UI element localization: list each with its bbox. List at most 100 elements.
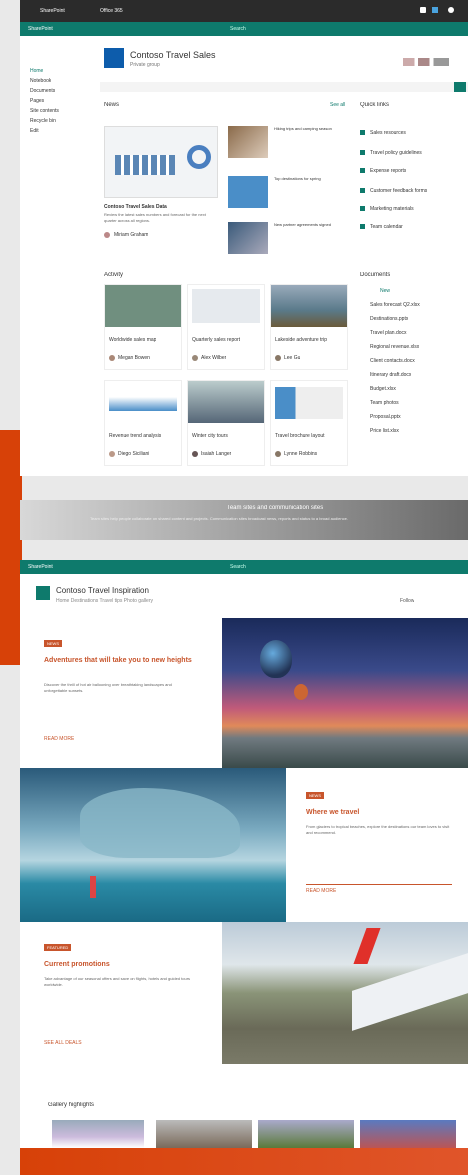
new-button[interactable] [454,82,466,92]
document-item[interactable]: Sales forecast Q2.xlsx [370,302,420,308]
section-tag: NEWS [44,640,62,647]
section-title[interactable]: Where we travel [306,808,456,817]
help-icon[interactable] [432,7,438,13]
app-launcher-label[interactable]: SharePoint [40,8,65,14]
nav-item[interactable]: Recycle bin [30,118,56,124]
gallery-heading: Gallery highlights [48,1102,95,1108]
gallery-thumbnail[interactable] [52,1120,144,1148]
quick-link[interactable]: Travel policy guidelines [370,150,422,156]
left-navigation: Home Notebook Documents Pages Site conte… [20,42,78,162]
document-item[interactable]: Destinations.pptx [370,316,408,322]
quick-link[interactable]: Marketing materials [370,206,414,212]
section-body: From glaciers to tropical beaches, explo… [306,824,450,835]
document-item[interactable]: Team photos [370,400,399,406]
section-title[interactable]: Adventures that will take you to new hei… [44,656,194,665]
ice-arch-shape [80,788,240,858]
report-thumbnail [192,289,260,323]
site-logo-2[interactable] [36,586,50,600]
bar-chart-thumbnail [115,155,175,175]
activity-card[interactable]: Quarterly sales report Alex Wilber [187,284,265,370]
gallery-thumbnail[interactable] [258,1120,354,1148]
balloons-photo[interactable] [222,618,468,768]
user-avatar[interactable] [448,7,454,13]
document-item[interactable]: Itinerary draft.docx [370,372,411,378]
activity-card-author: Alex Wilber [201,355,227,361]
site-nav-2[interactable]: Home Destinations Travel tips Photo gall… [56,598,153,604]
trend-chart-thumbnail [109,391,177,411]
section-tag: FEATURED [44,944,72,951]
quick-link[interactable]: Customer feedback forms [370,188,427,194]
winglet-shape [353,928,381,964]
command-bar [100,82,468,92]
team-site-window: Home Notebook Documents Pages Site conte… [20,36,468,476]
document-new-button[interactable]: New [380,288,390,294]
news-feature-author: Miriam Graham [114,232,149,238]
activity-card[interactable]: Winter city tours Isaiah Langer [187,380,265,466]
gallery-thumbnail[interactable] [360,1120,456,1148]
link-icon [360,168,365,173]
nav-item[interactable]: Edit [30,128,39,134]
author-avatar [109,451,115,457]
documents-heading: Documents [360,272,391,278]
document-item[interactable]: Travel plan.docx [370,330,407,336]
comm-site-window: Contoso Travel Inspiration Home Destinat… [20,574,468,1148]
link-icon [360,224,365,229]
search-input-2[interactable]: Search [230,564,246,570]
news-see-all-link[interactable]: See all [330,102,345,108]
caption-strip: Team sites and communication sites Team … [20,500,468,540]
suite-bar: SharePoint Office 365 [20,0,468,22]
activity-card[interactable]: Revenue trend analysis Diego Siciliani [104,380,182,466]
section-body: Take advantage of our seasonal offers an… [44,976,191,987]
quick-links-heading: Quick links [360,102,390,108]
nav-item[interactable]: Notebook [30,78,51,84]
hub-nav-left[interactable]: SharePoint [28,26,53,32]
follow-button[interactable]: Follow [400,598,414,604]
document-item[interactable]: Regional revenue.xlsx [370,344,419,350]
nav-item[interactable]: Site contents [30,108,59,114]
section-link[interactable]: READ MORE [44,736,74,742]
site-title-2: Contoso Travel Inspiration [56,586,149,595]
news-item-thumbnail[interactable] [228,176,268,208]
app-launcher-label-2[interactable]: SharePoint [28,564,53,570]
nav-item[interactable]: Pages [30,98,44,104]
news-heading: News [104,102,120,108]
news-item-title[interactable]: New partner agreements signed [274,222,334,228]
activity-card-author: Isaiah Langer [201,451,232,457]
glacier-photo[interactable] [20,768,286,922]
settings-icon[interactable] [420,7,426,13]
activity-card[interactable]: Worldwide sales map Megan Bowen [104,284,182,370]
section-tag: NEWS [306,792,324,799]
news-item-thumbnail[interactable] [228,222,268,254]
background-accent [0,430,22,665]
quick-link[interactable]: Team calendar [370,224,403,230]
news-item-thumbnail[interactable] [228,126,268,158]
nav-item[interactable]: Documents [30,88,55,94]
link-icon [360,150,365,155]
activity-card[interactable]: Lakeside adventure trip Lee Gu [270,284,348,370]
quick-link[interactable]: Sales resources [370,130,406,136]
document-item[interactable]: Budget.xlsx [370,386,396,392]
activity-card-author: Lynne Robbins [284,451,318,457]
section-link[interactable]: SEE ALL DEALS [44,1040,82,1046]
section-link[interactable]: READ MORE [306,888,336,894]
document-item[interactable]: Proposal.pptx [370,414,401,420]
news-item-title[interactable]: Hiking trips and camping season [274,126,334,132]
site-subtitle: Private group [130,62,160,68]
activity-card-title: Worldwide sales map [109,337,157,343]
background-band [20,1148,468,1175]
search-input[interactable]: Search [230,26,246,32]
member-avatars[interactable] [403,58,449,66]
section-title[interactable]: Current promotions [44,960,194,969]
news-feature-image[interactable] [104,126,218,198]
gallery-thumbnail[interactable] [156,1120,252,1148]
document-item[interactable]: Price list.xlsx [370,428,399,434]
activity-card[interactable]: Travel brochure layout Lynne Robbins [270,380,348,466]
site-logo[interactable] [104,48,124,68]
activity-card-author: Megan Bowen [118,355,150,361]
document-item[interactable]: Client contacts.docx [370,358,415,364]
quick-link[interactable]: Expense reports [370,168,406,174]
airplane-window-photo[interactable] [222,922,468,1064]
nav-item[interactable]: Home [30,68,43,74]
news-item-title[interactable]: Top destinations for spring [274,176,334,182]
news-feature-title[interactable]: Contoso Travel Sales Data [104,204,167,210]
